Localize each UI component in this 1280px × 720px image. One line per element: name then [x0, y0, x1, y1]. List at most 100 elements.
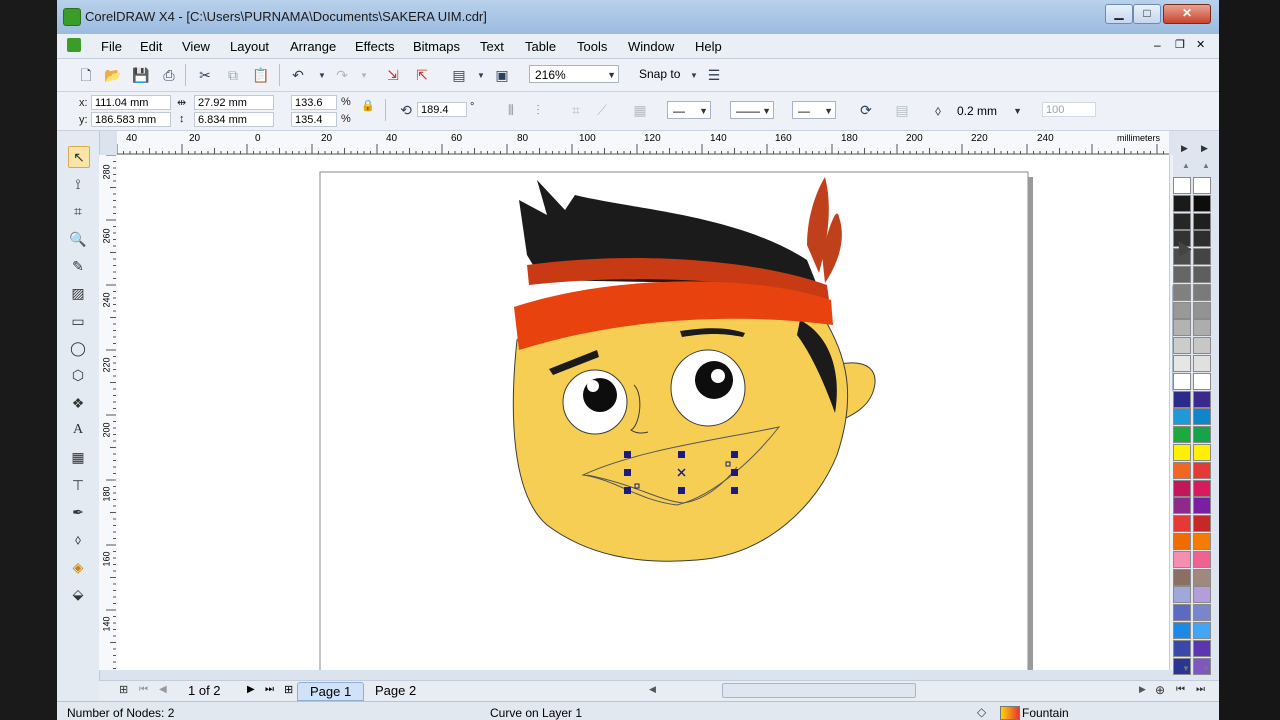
- lock-ratio-icon[interactable]: 🔒: [359, 97, 377, 115]
- scroll-left-icon[interactable]: ◀: [649, 684, 656, 695]
- export-icon[interactable]: ⇱: [413, 66, 431, 84]
- rectangle-tool-icon[interactable]: ▭: [68, 311, 88, 331]
- color-swatch[interactable]: [1173, 568, 1191, 586]
- shape-tool-icon[interactable]: ⟟: [68, 174, 88, 194]
- color-swatch[interactable]: [1193, 639, 1211, 657]
- color-swatch[interactable]: [1193, 177, 1211, 194]
- curve-smoothness-field[interactable]: 100: [1042, 102, 1096, 117]
- title-bar[interactable]: CorelDRAW X4 - [C:\Users\PURNAMA\Documen…: [57, 0, 1219, 34]
- pick-tool-icon[interactable]: ↖: [68, 146, 90, 168]
- color-swatch[interactable]: [1193, 515, 1211, 533]
- scale-x-field[interactable]: 133.6: [291, 95, 337, 110]
- color-swatch[interactable]: [1173, 177, 1191, 194]
- import-icon[interactable]: ⇲: [384, 66, 402, 84]
- menu-effects[interactable]: Effects: [355, 39, 395, 54]
- color-swatch[interactable]: [1193, 301, 1211, 319]
- tab-page-2[interactable]: Page 2: [363, 682, 428, 699]
- interactive-fill-tool-icon[interactable]: ⬙: [68, 584, 88, 604]
- tab-page-1[interactable]: Page 1: [297, 682, 365, 701]
- menu-tools[interactable]: Tools: [577, 39, 607, 54]
- color-swatch[interactable]: [1193, 408, 1211, 426]
- insert-page-before-icon[interactable]: ⊞: [119, 683, 128, 696]
- outline-tool-icon[interactable]: ⬨: [68, 529, 88, 549]
- color-swatch[interactable]: [1193, 283, 1211, 301]
- color-swatch[interactable]: [1193, 230, 1211, 248]
- color-swatch[interactable]: [1173, 319, 1191, 337]
- insert-page-after-icon[interactable]: ⊞: [284, 683, 293, 696]
- zoom-tool-icon[interactable]: 🔍: [68, 229, 88, 249]
- color-swatch[interactable]: [1193, 604, 1211, 622]
- smart-fill-tool-icon[interactable]: ▨: [68, 283, 88, 303]
- rotation-angle-field[interactable]: 189.4: [417, 102, 467, 117]
- menu-bitmaps[interactable]: Bitmaps: [413, 39, 460, 54]
- menu-table[interactable]: Table: [525, 39, 556, 54]
- polygon-tool-icon[interactable]: ⬡: [68, 365, 88, 385]
- color-swatch[interactable]: [1173, 426, 1191, 444]
- redo-dropdown-icon[interactable]: ▼: [355, 67, 373, 85]
- color-swatch[interactable]: [1173, 550, 1191, 568]
- snap-to-dropdown-icon[interactable]: ▼: [685, 67, 703, 85]
- color-swatch[interactable]: [1173, 372, 1191, 390]
- palette-scroll-up-icon[interactable]: ▲: [1182, 161, 1190, 170]
- color-swatch[interactable]: [1193, 248, 1211, 266]
- palette-last-icon[interactable]: ⏭: [1196, 684, 1205, 695]
- color-swatch[interactable]: [1173, 515, 1191, 533]
- color-swatch[interactable]: [1173, 390, 1191, 408]
- menu-arrange[interactable]: Arrange: [290, 39, 336, 54]
- palette-first-icon[interactable]: ⏮: [1176, 684, 1185, 695]
- fill-tool-icon[interactable]: ◈: [68, 557, 88, 577]
- mdi-restore-button[interactable]: ❐: [1175, 38, 1185, 51]
- menu-edit[interactable]: Edit: [140, 39, 162, 54]
- color-swatch[interactable]: [1173, 497, 1191, 515]
- minimize-button[interactable]: ▁: [1105, 4, 1133, 24]
- menu-file[interactable]: File: [101, 39, 122, 54]
- color-swatch[interactable]: [1193, 390, 1211, 408]
- first-page-icon[interactable]: ⏮: [139, 684, 148, 695]
- color-swatch[interactable]: [1173, 301, 1191, 319]
- color-swatch[interactable]: [1173, 479, 1191, 497]
- color-swatch[interactable]: [1173, 408, 1191, 426]
- color-swatch[interactable]: [1173, 355, 1191, 372]
- color-swatch[interactable]: [1193, 355, 1211, 372]
- menu-window[interactable]: Window: [628, 39, 674, 54]
- crop-tool-icon[interactable]: ⌗: [68, 201, 88, 221]
- start-arrowhead-combo[interactable]: — ▼: [667, 101, 711, 119]
- cut-icon[interactable]: ✂: [196, 66, 214, 84]
- navigator-zoom-icon[interactable]: ⊕: [1155, 683, 1165, 697]
- color-swatch[interactable]: [1193, 533, 1211, 550]
- drawing-canvas[interactable]: [117, 155, 1169, 670]
- freehand-tool-icon[interactable]: ✎: [68, 256, 88, 276]
- vertical-ruler[interactable]: 280 260 240 220 200 180 160 140: [99, 155, 118, 670]
- color-swatch[interactable]: [1193, 479, 1211, 497]
- print-icon[interactable]: ⎙: [160, 66, 178, 84]
- palette-scroll-down-icon[interactable]: ▼: [1182, 664, 1190, 673]
- color-swatch[interactable]: [1173, 533, 1191, 550]
- undo-dropdown-icon[interactable]: ▼: [313, 67, 331, 85]
- new-document-icon[interactable]: 🗋: [77, 66, 95, 84]
- break-apart-icon[interactable]: ⌗: [567, 101, 585, 119]
- extend-curve-icon[interactable]: ⟋: [593, 101, 611, 119]
- scroll-right-icon[interactable]: ▶: [1139, 684, 1146, 695]
- color-swatch[interactable]: [1173, 604, 1191, 622]
- ellipse-tool-icon[interactable]: ◯: [68, 338, 88, 358]
- text-tool-icon[interactable]: A: [68, 420, 88, 440]
- color-swatch[interactable]: [1193, 212, 1211, 230]
- snap-to-label[interactable]: Snap to: [639, 67, 680, 81]
- last-page-icon[interactable]: ⏭: [265, 684, 274, 695]
- color-swatch[interactable]: [1193, 568, 1211, 586]
- previous-page-icon[interactable]: ◀: [159, 684, 167, 695]
- welcome-screen-icon[interactable]: ▣: [493, 66, 511, 84]
- palette-scroll-right-icon-2[interactable]: ▶: [1201, 143, 1208, 154]
- color-swatch[interactable]: [1173, 444, 1191, 461]
- color-swatch[interactable]: [1193, 550, 1211, 568]
- menu-help[interactable]: Help: [695, 39, 722, 54]
- options-icon[interactable]: ☰: [705, 66, 723, 84]
- application-launcher-icon[interactable]: ▤: [450, 66, 468, 84]
- color-swatch[interactable]: [1193, 337, 1211, 355]
- paste-icon[interactable]: 📋: [252, 66, 270, 84]
- color-swatch[interactable]: [1173, 337, 1191, 355]
- palette-scroll-up-icon-2[interactable]: ▲: [1202, 161, 1210, 170]
- y-position-field[interactable]: 186.583 mm: [91, 112, 171, 127]
- mdi-minimize-button[interactable]: –: [1154, 38, 1161, 52]
- undo-icon[interactable]: ↶: [289, 66, 307, 84]
